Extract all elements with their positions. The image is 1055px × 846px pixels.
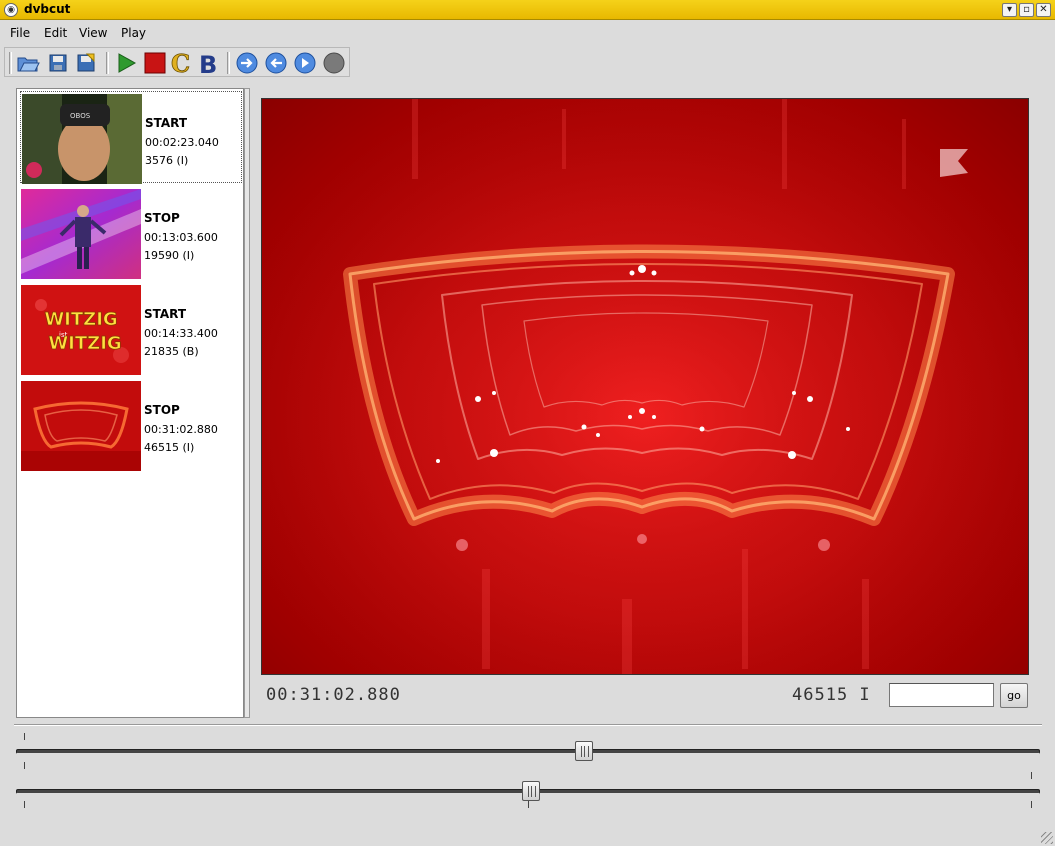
toolbar-grip[interactable] [9,52,12,74]
bookmark-b-icon[interactable]: B [198,51,222,79]
mark-frame: 46515 (I) [144,441,195,454]
mark-time: 00:02:23.040 [145,136,219,149]
gray-circle-icon[interactable] [322,51,346,75]
thumbnail: WITZIG ist WITZIG [21,285,141,375]
slider-handle[interactable] [575,741,594,761]
mark-time: 00:14:33.400 [144,327,218,340]
slider-handle[interactable] [522,781,541,801]
goto-input[interactable] [889,683,994,707]
mark-list[interactable]: OBOS START 00:02:23.040 3576 (I) STOP 00… [16,88,244,718]
go-button[interactable]: go [1000,683,1028,708]
slider-tick [24,762,25,769]
mark-kind: START [144,307,187,321]
thumbnail [21,381,141,471]
toolbar: C B [4,47,350,79]
arrow-left-circle-icon[interactable] [264,51,288,75]
maximize-icon[interactable]: ▫ [1019,3,1034,17]
list-item[interactable]: STOP 00:31:02.880 46515 (I) [20,379,242,471]
mark-time: 00:31:02.880 [144,423,218,436]
mark-frame: 3576 (I) [145,154,189,167]
mark-kind: START [145,116,188,130]
mark-kind: STOP [144,211,180,225]
list-item[interactable]: OBOS START 00:02:23.040 3576 (I) [20,91,242,184]
slider-groove [16,749,1040,754]
close-icon[interactable]: ✕ [1036,3,1051,17]
svg-text:OBOS: OBOS [70,112,91,120]
svg-text:B: B [199,51,217,75]
slider-tick [1031,801,1032,808]
list-item[interactable]: WITZIG ist WITZIG START 00:14:33.400 218… [20,283,242,375]
video-frame [261,98,1029,675]
stop-icon[interactable] [143,51,167,75]
list-item[interactable]: STOP 00:13:03.600 19590 (I) [20,187,242,279]
app-icon[interactable]: ◉ [4,3,18,17]
menu-edit[interactable]: Edit [44,26,67,40]
timecode-display: 00:31:02.880 [266,685,401,705]
menu-play[interactable]: Play [121,26,146,40]
svg-text:WITZIG: WITZIG [48,333,121,354]
export-icon[interactable] [74,51,98,75]
slider-tick [528,801,529,808]
open-folder-icon[interactable] [16,51,40,75]
coarse-position-slider[interactable] [16,781,1040,801]
toolbar-separator [227,52,230,74]
play-icon[interactable] [114,51,138,75]
menu-bar: File Edit View Play [0,20,1055,46]
fine-position-slider[interactable] [16,741,1040,761]
thumbnail [21,189,141,279]
slider-tick [24,801,25,808]
menu-view[interactable]: View [79,26,107,40]
mark-frame: 21835 (B) [144,345,199,358]
save-icon[interactable] [46,51,70,75]
arrow-right-circle-icon[interactable] [235,51,259,75]
resize-grip[interactable] [1041,832,1053,844]
frame-number-display: 46515 I [792,685,871,705]
chapter-c-icon[interactable]: C [170,49,194,79]
title-bar[interactable]: ◉ dvbcut ▾ ▫ ✕ [0,0,1055,20]
mark-kind: STOP [144,403,180,417]
window-title: dvbcut [24,2,71,16]
list-scrollbar[interactable] [244,88,250,718]
mark-frame: 19590 (I) [144,249,195,262]
minimize-icon[interactable]: ▾ [1002,3,1017,17]
mark-time: 00:13:03.600 [144,231,218,244]
menu-file[interactable]: File [10,26,30,40]
svg-text:C: C [171,51,190,75]
svg-text:WITZIG: WITZIG [44,309,117,330]
divider [14,724,1042,726]
slider-tick [1031,772,1032,779]
triangle-right-circle-icon[interactable] [293,51,317,75]
thumbnail: OBOS [22,94,142,184]
toolbar-separator [106,52,109,74]
slider-tick [24,733,25,740]
